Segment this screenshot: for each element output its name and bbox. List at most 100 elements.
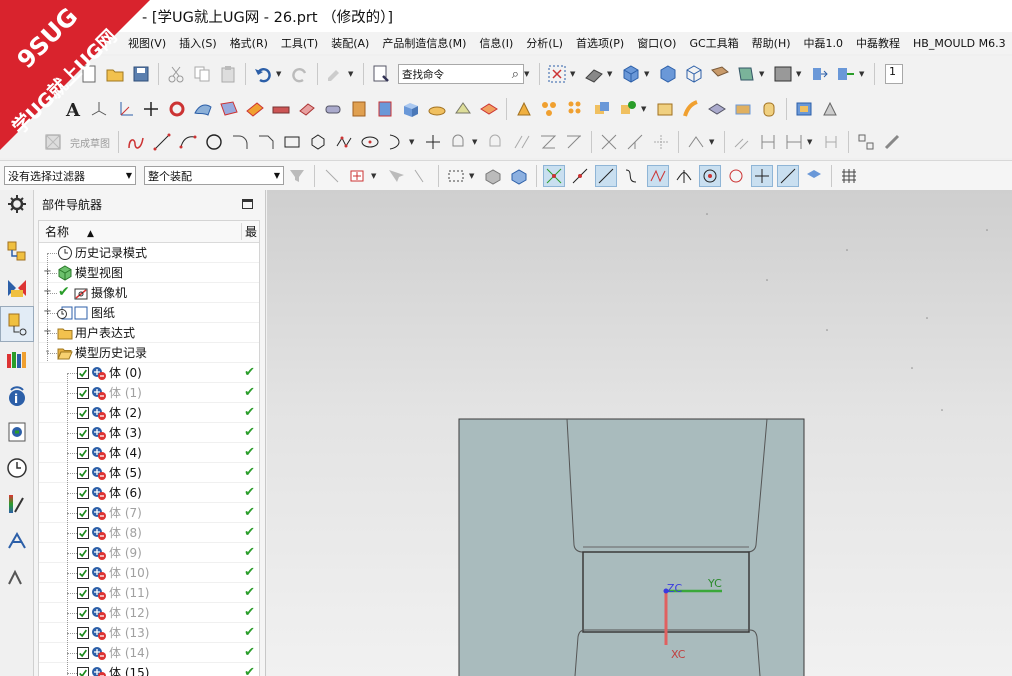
snap-curve-icon[interactable] [621, 165, 643, 187]
section-surface-icon[interactable] [706, 98, 728, 120]
shaded-edges-icon[interactable] [657, 63, 679, 85]
shade-dropdown-icon[interactable]: ▼ [644, 70, 652, 78]
menu-item[interactable]: 产品制造信息(M) [382, 35, 466, 51]
snap-center-icon[interactable] [699, 164, 721, 187]
rect-select-dropdown-icon[interactable]: ▼ [469, 172, 477, 180]
grid-snap-icon[interactable] [855, 131, 877, 153]
sketch-settings-icon[interactable] [881, 131, 903, 153]
body-row[interactable]: 体 (4) ✔ [39, 443, 259, 463]
visibility-checkbox[interactable] [77, 487, 89, 499]
reference-icon[interactable] [820, 131, 842, 153]
face-analysis-icon[interactable] [709, 63, 731, 85]
body-row[interactable]: 体 (11) ✔ [39, 583, 259, 603]
render-style-icon[interactable] [583, 63, 605, 85]
snap-existing-point-icon[interactable] [751, 164, 773, 187]
maximize-icon[interactable] [242, 199, 253, 209]
bounded-plane-icon[interactable] [732, 98, 754, 120]
conic-icon[interactable] [385, 131, 407, 153]
snap-grid-icon[interactable] [838, 165, 860, 187]
body-row[interactable]: 体 (3) ✔ [39, 423, 259, 443]
tree-row[interactable]: + ✔ 摄像机 [39, 283, 259, 303]
snap-endpoint-icon[interactable] [543, 164, 565, 187]
column-latest-header[interactable]: 最 [241, 223, 259, 240]
tree-row[interactable]: + 模型视图 [39, 263, 259, 283]
fit-dropdown-icon[interactable]: ▼ [570, 70, 578, 78]
snap-midpoint-icon[interactable] [595, 164, 617, 187]
body-row[interactable]: 体 (15) ✔ [39, 663, 259, 676]
studio-spline-icon[interactable] [333, 131, 355, 153]
draft-icon[interactable] [513, 98, 535, 120]
visibility-checkbox[interactable] [77, 527, 89, 539]
studio-dropdown-icon[interactable]: ▼ [759, 70, 767, 78]
auto-dimension-icon[interactable] [783, 131, 805, 153]
visibility-checkbox[interactable] [77, 647, 89, 659]
menu-item[interactable]: 格式(R) [230, 35, 268, 51]
menu-item[interactable]: 视图(V) [128, 35, 166, 51]
cylinder-shell-icon[interactable] [758, 98, 780, 120]
replace-face-icon[interactable] [819, 98, 841, 120]
snap-on-curve-icon[interactable] [777, 164, 799, 187]
sweep-icon[interactable] [680, 98, 702, 120]
undo-icon[interactable] [252, 63, 274, 85]
surface-icon[interactable] [192, 98, 214, 120]
finish-sketch-icon[interactable] [42, 131, 64, 153]
studio-icon[interactable] [735, 63, 757, 85]
cylinder-icon[interactable] [426, 98, 448, 120]
tree-row[interactable]: + 图纸 [39, 303, 259, 323]
pattern-curve-icon[interactable] [485, 131, 507, 153]
body-row[interactable]: 体 (5) ✔ [39, 463, 259, 483]
redo-icon[interactable] [289, 63, 311, 85]
wave-link-icon[interactable] [835, 63, 857, 85]
command-search-input[interactable]: 查找命令 ⌕ [398, 64, 524, 84]
snap-on-face-icon[interactable] [803, 165, 825, 187]
render-dropdown-icon[interactable]: ▼ [607, 70, 615, 78]
deselect-icon[interactable] [321, 165, 343, 187]
body-row[interactable]: 体 (7) ✔ [39, 503, 259, 523]
rectangle-icon[interactable] [281, 131, 303, 153]
offset-curve-icon[interactable] [448, 131, 470, 153]
profile-icon[interactable] [125, 131, 147, 153]
body-row[interactable]: 体 (9) ✔ [39, 543, 259, 563]
graphics-window[interactable]: ZC YC XC [267, 190, 1012, 676]
text-icon[interactable]: A [62, 98, 84, 120]
menu-item[interactable]: 信息(I) [479, 35, 513, 51]
visibility-checkbox[interactable] [77, 507, 89, 519]
move-component-icon[interactable] [809, 63, 831, 85]
extrude-book-icon[interactable] [348, 98, 370, 120]
roles-icon[interactable] [0, 558, 34, 594]
background-icon[interactable] [772, 63, 794, 85]
tree-row[interactable]: 历史记录模式 [39, 243, 259, 263]
constraint-dropdown-icon[interactable]: ▼ [709, 138, 717, 146]
conic-dropdown-icon[interactable]: ▼ [409, 138, 417, 146]
tube-icon[interactable] [322, 98, 344, 120]
visibility-checkbox[interactable] [77, 387, 89, 399]
shaded-cube-icon[interactable] [620, 63, 642, 85]
assembly-scope-dropdown[interactable]: 整个装配 ▼ [144, 166, 284, 185]
menu-item[interactable]: 装配(A) [331, 35, 369, 51]
visibility-checkbox[interactable] [77, 627, 89, 639]
snap-quadrant-icon[interactable] [725, 165, 747, 187]
constraint-navigator-icon[interactable] [0, 270, 34, 306]
derived-line-icon[interactable] [650, 131, 672, 153]
menu-item[interactable]: HB_MOULD M6.3 [913, 37, 1006, 50]
wave-dropdown-icon[interactable]: ▼ [859, 70, 867, 78]
body-row[interactable]: 体 (6) ✔ [39, 483, 259, 503]
hd3d-tools-icon[interactable]: i [0, 378, 34, 414]
save-icon[interactable] [130, 63, 152, 85]
body-row[interactable]: 体 (10) ✔ [39, 563, 259, 583]
feature-select-icon[interactable] [410, 165, 432, 187]
menu-item[interactable]: 中磊教程 [856, 35, 900, 51]
background-dropdown-icon[interactable]: ▼ [796, 70, 804, 78]
information-window-icon[interactable] [370, 63, 392, 85]
settings-gear-icon[interactable] [0, 190, 34, 218]
menu-item[interactable]: 插入(S) [179, 35, 217, 51]
select-all-icon[interactable] [384, 165, 406, 187]
snap-intersection-icon[interactable] [673, 165, 695, 187]
search-icon[interactable]: ⌕ [512, 67, 519, 82]
repeat-dropdown-icon[interactable]: ▼ [348, 70, 356, 78]
edge-blend-icon[interactable] [452, 98, 474, 120]
point-icon[interactable] [140, 98, 162, 120]
polygon-icon[interactable] [307, 131, 329, 153]
offset-surface-icon[interactable] [270, 98, 292, 120]
model-view[interactable]: ZC YC XC [267, 190, 1012, 676]
